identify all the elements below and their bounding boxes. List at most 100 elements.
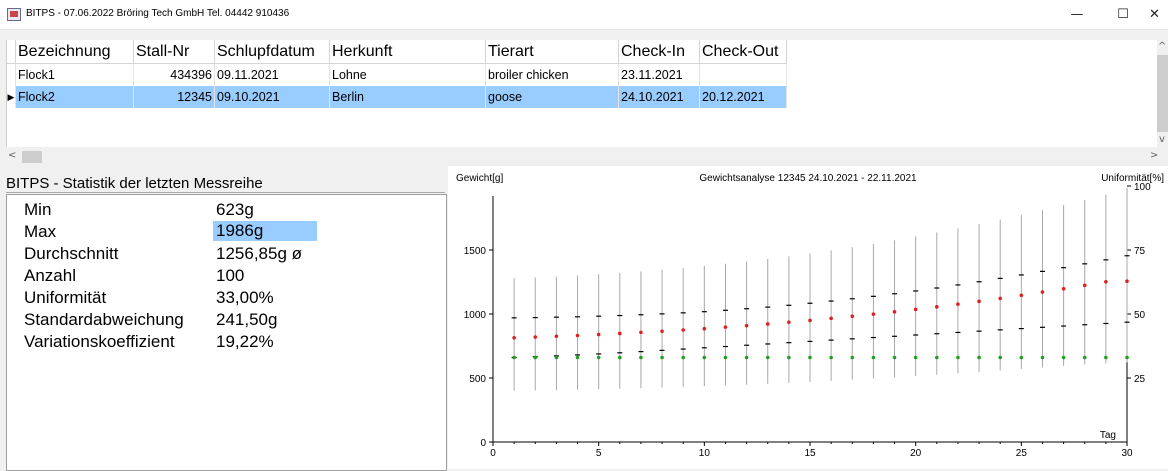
uniformity-point (1061, 355, 1066, 360)
y-tick-label: 500 (469, 374, 486, 385)
x-tick-label: 20 (910, 448, 922, 459)
col-header-schlupfdatum[interactable]: Schlupfdatum (214, 40, 330, 64)
uniformity-point (935, 355, 939, 360)
title-bar: BITPS - 07.06.2022 Bröring Tech GmbH Tel… (0, 0, 1168, 30)
stat-value-min: 623g (216, 200, 254, 219)
col-header-tierart[interactable]: Tierart (485, 40, 619, 64)
mean-weight-point (618, 331, 622, 336)
cell-check-out[interactable] (699, 63, 787, 86)
weight-chart-panel: Gewicht[g] Gewichtsanalyse 12345 24.10.2… (448, 166, 1168, 469)
uniformity-point (533, 355, 538, 360)
uniformity-point (702, 355, 707, 360)
uniformity-point (618, 355, 622, 360)
horizontal-scroll-thumb[interactable] (22, 151, 42, 163)
x-tick-label: 0 (490, 448, 496, 459)
cell-tierart[interactable]: goose (485, 86, 619, 108)
mean-weight-point (681, 328, 685, 332)
minimize-button[interactable]: — (1054, 0, 1100, 29)
stats-panel: Min 623g Max 1986g Durchschnitt 1256,85g… (6, 194, 447, 471)
mean-weight-point (596, 332, 601, 337)
cell-herkunft[interactable]: Berlin (329, 86, 486, 108)
mean-weight-point (1082, 283, 1087, 288)
maximize-button[interactable]: ☐ (1100, 0, 1146, 29)
mean-weight-point (639, 330, 643, 335)
mean-weight-point (702, 326, 707, 331)
mean-weight-point (977, 299, 981, 304)
stat-value-durchschnitt: 1256,85g ø (216, 244, 303, 263)
uniformity-point (1125, 355, 1129, 360)
x-tick-label: 30 (1121, 448, 1133, 459)
uniformity-point (998, 355, 1002, 360)
uniformity-point (744, 355, 749, 360)
col-header-bezeichnung[interactable]: Bezeichnung (15, 40, 134, 64)
uniformity-point (575, 355, 580, 360)
chart-title: Gewichtsanalyse 12345 24.10.2021 - 22.11… (699, 173, 917, 184)
cell-herkunft[interactable]: Lohne (329, 63, 486, 86)
col-header-check-in[interactable]: Check-In (618, 40, 700, 64)
row-indicator: ▶ (7, 86, 16, 108)
cell-bezeichnung[interactable]: Flock2 (15, 86, 134, 108)
mean-weight-point (1061, 286, 1066, 291)
cell-check-in[interactable]: 23.11.2021 (618, 63, 700, 86)
stat-label-uniformitaet: Uniformität (24, 288, 107, 307)
scroll-left-arrow-icon[interactable]: < (8, 150, 16, 161)
cell-stall-nr[interactable]: 12345 (133, 86, 215, 108)
mean-weight-point (765, 322, 770, 326)
mean-weight-point (850, 314, 855, 319)
scroll-up-arrow-icon[interactable]: ^ (1158, 41, 1166, 52)
cell-check-in[interactable]: 24.10.2021 (618, 86, 700, 108)
stat-value-max: 1986g (213, 221, 317, 241)
mean-weight-point (554, 334, 559, 339)
table-row-selected[interactable]: ▶ Flock2 12345 09.10.2021 Berlin goose 2… (7, 86, 787, 108)
cell-check-out[interactable]: 20.12.2021 (699, 86, 787, 108)
uniformity-point (723, 355, 728, 360)
cell-tierart[interactable]: broiler chicken (485, 63, 619, 86)
stat-label-standardabweichung: Standardabweichung (24, 310, 184, 329)
mean-weight-point (1019, 293, 1024, 298)
scroll-right-arrow-icon[interactable]: > (1150, 150, 1158, 161)
mean-weight-point (1125, 279, 1129, 284)
mean-weight-point (1104, 279, 1108, 284)
x-tick-label: 25 (1016, 448, 1028, 459)
close-button[interactable]: ✕ (1141, 0, 1168, 29)
y2-tick-label: 75 (1134, 246, 1146, 257)
stat-label-anzahl: Anzahl (24, 266, 76, 285)
stat-label-variationskoeffizient: Variationskoeffizient (24, 332, 175, 351)
x-tick-label: 5 (596, 448, 602, 459)
x-tick-label: 15 (804, 448, 816, 459)
uniformity-point (596, 355, 601, 360)
cell-bezeichnung[interactable]: Flock1 (15, 63, 134, 86)
mean-weight-point (787, 320, 791, 324)
grid-header-row: Bezeichnung Stall-Nr Schlupfdatum Herkun… (7, 40, 787, 64)
stat-value-standardabweichung: 241,50g (216, 310, 278, 329)
table-row[interactable]: Flock1 434396 09.11.2021 Lohne broiler c… (7, 63, 787, 86)
mean-weight-point (913, 307, 918, 312)
uniformity-point (977, 355, 981, 360)
cell-schlupfdatum[interactable]: 09.11.2021 (214, 63, 330, 86)
uniformity-point (850, 355, 855, 360)
mean-weight-point (575, 333, 580, 338)
mean-weight-point (533, 335, 538, 339)
uniformity-point (1104, 355, 1108, 360)
mean-weight-point (829, 316, 833, 321)
x-axis-label: Tag (1100, 430, 1116, 441)
y2-axis-label: Uniformität[%] (1101, 173, 1164, 184)
vertical-scroll-thumb[interactable] (1157, 55, 1168, 132)
col-header-stall-nr[interactable]: Stall-Nr (133, 40, 215, 64)
cell-stall-nr[interactable]: 434396 (133, 63, 215, 86)
flock-grid: Bezeichnung Stall-Nr Schlupfdatum Herkun… (6, 40, 1158, 147)
stat-label-durchschnitt: Durchschnitt (24, 244, 119, 263)
uniformity-point (1082, 355, 1087, 360)
mean-weight-point (744, 323, 749, 328)
x-tick-label: 10 (699, 448, 711, 459)
y2-tick-label: 100 (1134, 182, 1151, 193)
scroll-down-arrow-icon[interactable]: v (1159, 134, 1165, 145)
uniformity-point (1040, 355, 1045, 360)
row-header-corner (7, 40, 16, 64)
cell-schlupfdatum[interactable]: 09.10.2021 (214, 86, 330, 108)
col-header-check-out[interactable]: Check-Out (699, 40, 787, 64)
uniformity-point (871, 355, 876, 360)
horizontal-scrollbar[interactable] (6, 150, 1157, 164)
mean-weight-point (956, 302, 960, 306)
col-header-herkunft[interactable]: Herkunft (329, 40, 486, 64)
